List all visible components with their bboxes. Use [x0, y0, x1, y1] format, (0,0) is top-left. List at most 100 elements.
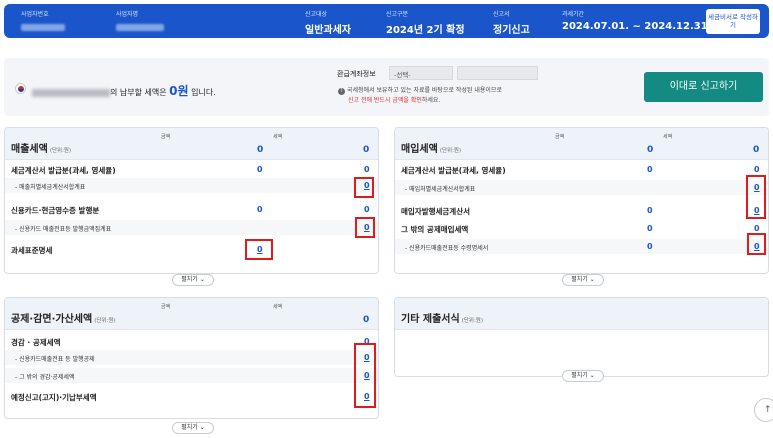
table-row: - 신용카드 매출전표등 발행금액집계표 0: [5, 220, 378, 235]
deduction-total-tax: 0: [363, 315, 370, 325]
table-row: 경감 · 공제세액 0: [5, 334, 378, 349]
expand-label: 펼치기: [571, 276, 588, 283]
purchase-total-amount: 0: [647, 145, 654, 155]
sales-tax-title: 매출세액 (단위:원): [11, 144, 72, 155]
row-label: - 신용카드매출전표등 수령명세서: [405, 245, 489, 252]
tax-period-field: 과세기간 2024.07.01. ~ 2024.12.31.: [562, 9, 711, 32]
purchase-expand-button[interactable]: 펼치기 ⌄: [562, 274, 604, 286]
refund-bank-select[interactable]: -선택-: [389, 66, 453, 80]
tax-period-label: 과세기간: [562, 11, 585, 18]
row-label: - 매입처별세금계산서합계표: [405, 186, 476, 193]
other-forms-title: 기타 제출서식 (단위:원): [401, 314, 484, 325]
row-label: - 매출처별세금계산서합계표: [15, 184, 86, 191]
info-icon: !: [338, 88, 345, 95]
row-label: 그 밖의 공제매입세액: [401, 225, 469, 234]
report-type-field: 신고서 정기신고: [493, 9, 530, 36]
info-notice-2: 신고 전에 반드시 금액을 확인하세요.: [348, 95, 440, 104]
chevron-down-icon: ⌄: [589, 276, 595, 283]
other-forms-header: 기타 제출서식 (단위:원): [395, 298, 768, 330]
chevron-down-icon: ⌄: [589, 372, 595, 379]
sales-tax-header: 매출세액 (단위:원) 금액 세액 0 0: [5, 128, 378, 160]
row-label: - 그 밖의 경감·공제세액: [15, 374, 75, 381]
tax-value: 0: [364, 165, 370, 174]
period-type-value: 2024년 2기 확정: [386, 25, 465, 36]
amount-value: 0: [257, 165, 263, 174]
highlight-box: [355, 217, 375, 238]
deduction-title: 공제·감면·가산세액 (단위:원): [11, 314, 116, 325]
highlight-box: [747, 233, 766, 255]
table-row: - 그 밖의 경감·공제세액 0: [5, 368, 378, 383]
amount-value: 0: [647, 224, 653, 233]
summary-text-before: 의 납부할 세액은: [110, 88, 167, 97]
table-row: 세금계산서 발급분(과세, 영세율) 0 0: [395, 162, 768, 177]
submit-report-button[interactable]: 이대로 신고하기: [644, 72, 763, 102]
business-no-field: 사업자번호: [21, 9, 65, 33]
business-name-field: 사업자명: [116, 9, 164, 33]
amount-column-label: 금액: [161, 304, 171, 310]
chevron-down-icon: ⌄: [199, 424, 205, 431]
highlight-box: [354, 343, 376, 408]
period-type-label: 신고구분: [386, 11, 409, 18]
table-row: - 신용카드매출전표 등 발행공제 0: [5, 350, 378, 365]
purchase-tax-title: 매입세액 (단위:원): [401, 144, 462, 155]
other-expand-button[interactable]: 펼치기 ⌄: [562, 370, 604, 382]
tax-value: 0: [754, 224, 760, 233]
table-row: 세금계산서 발급분(과세, 영세율) 0 0: [5, 162, 378, 177]
report-type-value: 정기신고: [493, 25, 530, 36]
report-type-label: 신고서: [493, 11, 510, 18]
purchase-total-tax: 0: [753, 145, 760, 155]
amount-value: 0: [257, 205, 263, 214]
tax-assistant-button[interactable]: 세금비서로 작성하기: [706, 9, 760, 34]
row-label: 신용카드·현금영수증 발행분: [11, 206, 100, 215]
tax-period-value: 2024.07.01. ~ 2024.12.31.: [562, 21, 712, 32]
business-name-value: [116, 24, 164, 31]
refund-account-input[interactable]: [457, 66, 538, 80]
table-row: - 매입처별세금계산서합계표 0: [395, 180, 768, 195]
scroll-top-icon[interactable]: ↑: [754, 398, 773, 422]
sales-expand-button[interactable]: 펼치기 ⌄: [172, 274, 214, 286]
refund-account-label: 환급계좌정보: [337, 70, 376, 78]
payable-amount: 0원: [169, 84, 189, 98]
company-name-blurred: [32, 88, 110, 97]
highlight-box: [245, 239, 273, 260]
table-row: 그 밖의 공제매입세액 0 0: [395, 221, 768, 236]
business-no-label: 사업자번호: [21, 11, 49, 18]
table-row: 신용카드·현금영수증 발행분 0 0: [5, 202, 378, 217]
amount-value: 0: [647, 206, 653, 215]
amount-column-label: 금액: [161, 134, 171, 140]
info-line2-rest: 하세요.: [421, 97, 441, 104]
deduction-header: 공제·감면·가산세액 (단위:원) 금액 세액 0: [5, 298, 378, 330]
summary-panel: 의 납부할 세액은 0원 입니다. 환급계좌정보 -선택- ! 국세청에서 보유하…: [4, 58, 769, 116]
business-no-value: [21, 24, 65, 31]
info-line1-text: 국세청에서 보유하고 있는 자료를 바탕으로 작성된 내용이므로: [347, 87, 502, 94]
tax-column-label: 세액: [273, 304, 283, 310]
row-label: - 신용카드매출전표 등 발행공제: [15, 356, 95, 363]
amount-value: 0: [647, 242, 653, 251]
tax-value: 0: [754, 165, 760, 174]
row-label: 경감 · 공제세액: [11, 338, 61, 347]
table-row: - 매출처별세금계산서합계표 0: [5, 178, 378, 193]
tax-column-label: 세액: [663, 134, 673, 140]
target-field: 신고대상 일반과세자: [305, 9, 351, 36]
target-label: 신고대상: [305, 11, 328, 18]
expand-label: 펼치기: [181, 276, 198, 283]
sales-total-tax: 0: [363, 145, 370, 155]
row-label: 과세표준명세: [11, 246, 53, 255]
target-value: 일반과세자: [305, 25, 351, 36]
tax-column-label: 세액: [273, 134, 283, 140]
sales-tax-panel: 매출세액 (단위:원) 금액 세액 0 0 세금계산서 발급분(과세, 영세율) …: [4, 127, 379, 274]
table-row: 매입자발행세금계산서 0 0: [395, 203, 768, 218]
highlight-box: [354, 177, 374, 198]
info-notice: ! 국세청에서 보유하고 있는 자료를 바탕으로 작성된 내용이므로: [338, 85, 502, 95]
row-label: 매입자발행세금계산서: [401, 207, 470, 216]
deduction-expand-button[interactable]: 펼치기 ⌄: [172, 422, 214, 434]
business-name-label: 사업자명: [116, 11, 139, 18]
row-label: - 신용카드 매출전표등 발행금액집계표: [15, 226, 112, 233]
expand-label: 펼치기: [571, 372, 588, 379]
highlight-box: [746, 175, 766, 219]
header-bar: 사업자번호 사업자명 신고대상 일반과세자 신고구분 2024년 2기 확정 신…: [4, 4, 769, 38]
table-row: - 신용카드매출전표등 수령명세서 0 0: [395, 239, 768, 254]
payable-summary: 의 납부할 세액은 0원 입니다.: [32, 82, 216, 99]
table-row: 예정신고(고지)·기납부세액 0: [5, 389, 378, 404]
amount-value: 0: [647, 165, 653, 174]
